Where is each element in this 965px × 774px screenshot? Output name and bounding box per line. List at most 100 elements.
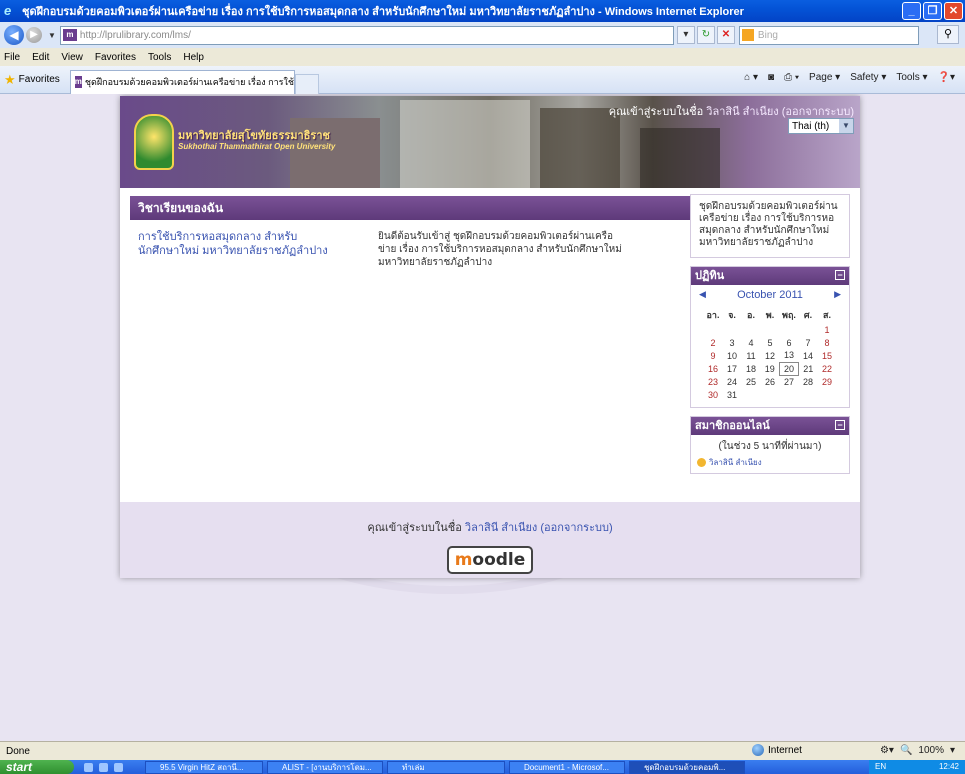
calendar-title-text: ปฏิทิน: [695, 270, 725, 282]
minimize-button[interactable]: _: [902, 2, 921, 20]
calendar-day[interactable]: 24: [723, 375, 742, 388]
calendar-day[interactable]: 9: [704, 349, 723, 362]
favorites-star-icon[interactable]: ★: [4, 72, 16, 88]
taskbar-button-alist[interactable]: ALIST - [งานบริการโดม...: [267, 760, 383, 774]
calendar-day[interactable]: 10: [723, 349, 742, 362]
calendar-day[interactable]: 6: [780, 336, 799, 349]
calendar-day[interactable]: 19: [761, 362, 780, 375]
search-button[interactable]: ⚲: [937, 25, 959, 44]
history-dropdown-icon[interactable]: ▼: [48, 31, 56, 40]
calendar-day[interactable]: 28: [799, 375, 818, 388]
calendar-day[interactable]: 25: [742, 375, 761, 388]
back-button[interactable]: ◀: [4, 25, 24, 45]
calendar-day[interactable]: 31: [723, 388, 742, 401]
calendar-day[interactable]: 22: [818, 362, 837, 375]
prev-month-icon[interactable]: ◀: [699, 289, 706, 301]
calendar-day[interactable]: 14: [799, 349, 818, 362]
calendar-day[interactable]: 7: [799, 336, 818, 349]
calendar-day[interactable]: 2: [704, 336, 723, 349]
tools-menu[interactable]: Tools ▾: [896, 72, 927, 83]
next-month-icon[interactable]: ▶: [834, 289, 841, 301]
calendar-day[interactable]: 3: [723, 336, 742, 349]
calendar-day[interactable]: 29: [818, 375, 837, 388]
calendar-day[interactable]: 27: [780, 375, 799, 388]
menu-favorites[interactable]: Favorites: [95, 52, 136, 63]
quick-launch-icon[interactable]: [99, 762, 108, 772]
calendar-day[interactable]: 15: [818, 349, 837, 362]
safety-menu[interactable]: Safety ▾: [850, 72, 886, 83]
print-icon[interactable]: ⎙ ▾: [784, 72, 799, 83]
search-input[interactable]: Bing: [738, 25, 919, 45]
forward-button[interactable]: ▶: [26, 27, 42, 43]
footer-logout-link[interactable]: (ออกจากระบบ): [540, 522, 612, 534]
user-profile-link[interactable]: วิลาสินี สำเนียง: [706, 106, 778, 118]
quick-launch-icon[interactable]: [84, 762, 93, 772]
menu-edit[interactable]: Edit: [32, 52, 49, 63]
home-icon[interactable]: ⌂ ▾: [744, 72, 758, 83]
logout-link[interactable]: (ออกจากระบบ): [782, 106, 854, 118]
main-content: วิชาเรียนของฉัน การใช้บริการหอสมุดกลาง ส…: [130, 196, 690, 279]
taskbar-button-radio[interactable]: 95.5 Virgin HitZ สถานี...: [145, 760, 263, 774]
moodle-logo[interactable]: moodle: [446, 546, 534, 574]
maximize-button[interactable]: ❐: [923, 2, 942, 20]
feeds-icon[interactable]: ◙: [768, 72, 774, 83]
course-link[interactable]: การใช้บริการหอสมุดกลาง สำหรับนักศึกษาใหม…: [138, 230, 328, 269]
online-user-item[interactable]: วิลาสินี สำเนียง: [697, 456, 843, 469]
calendar-day[interactable]: 5: [761, 336, 780, 349]
taskbar-button-word[interactable]: Document1 - Microsof...: [509, 760, 625, 774]
refresh-button[interactable]: ↻: [696, 26, 715, 44]
menu-help[interactable]: Help: [183, 52, 204, 63]
calendar-day[interactable]: 8: [818, 336, 837, 349]
browser-tab[interactable]: m ชุดฝึกอบรมด้วยคอมพิวเตอร์ผ่านเครือข่าย…: [69, 69, 295, 94]
address-input[interactable]: m http://lprulibrary.com/lms/: [59, 25, 674, 45]
calendar-day[interactable]: 16: [704, 362, 723, 375]
tray-language[interactable]: EN: [875, 760, 886, 774]
menu-view[interactable]: View: [61, 52, 83, 63]
moodle-logo-m: m: [454, 550, 473, 570]
calendar-day: [704, 323, 723, 336]
collapse-icon[interactable]: −: [835, 270, 845, 280]
close-button[interactable]: ✕: [944, 2, 963, 20]
zoom-control[interactable]: ⚙▾ 🔍 100% ▾: [880, 745, 955, 756]
security-zone[interactable]: Internet: [752, 744, 802, 756]
calendar-day[interactable]: 23: [704, 375, 723, 388]
status-text: Done: [6, 745, 30, 757]
language-select[interactable]: Thai (th) ▼: [788, 118, 854, 134]
calendar-day[interactable]: 21: [799, 362, 818, 375]
address-toolbar: ◀ ▶ ▼ m http://lprulibrary.com/lms/ ▾ ↻ …: [0, 22, 965, 48]
content-viewport[interactable]: มหาวิทยาลัยสุโขทัยธรรมาธิราช Sukhothai T…: [0, 94, 965, 741]
calendar-day: [761, 388, 780, 401]
calendar-day[interactable]: 18: [742, 362, 761, 375]
footer-user-link[interactable]: วิลาสินี สำเนียง: [465, 522, 537, 534]
calendar-weekday: พฤ.: [782, 310, 796, 320]
window-title-bar[interactable]: e ชุดฝึกอบรมด้วยคอมพิวเตอร์ผ่านเครือข่าย…: [0, 0, 965, 22]
quick-launch-icon[interactable]: [114, 762, 123, 772]
help-icon[interactable]: ❓▾: [938, 72, 955, 83]
menu-tools[interactable]: Tools: [148, 52, 171, 63]
calendar-day: [780, 323, 799, 336]
calendar-day[interactable]: 4: [742, 336, 761, 349]
calendar-day[interactable]: 13: [780, 349, 799, 362]
new-tab-button[interactable]: [294, 73, 319, 94]
menu-file[interactable]: File: [4, 52, 20, 63]
calendar-day[interactable]: 11: [742, 349, 761, 362]
calendar-day[interactable]: 1: [818, 323, 837, 336]
online-user-name[interactable]: วิลาสินี สำเนียง: [709, 456, 762, 469]
page-menu[interactable]: Page ▾: [809, 72, 840, 83]
calendar-day[interactable]: 26: [761, 375, 780, 388]
stop-button[interactable]: ✕: [716, 26, 735, 44]
calendar-day[interactable]: 30: [704, 388, 723, 401]
calendar-month[interactable]: October 2011: [737, 289, 803, 301]
calendar-day[interactable]: 17: [723, 362, 742, 375]
calendar-day: [742, 388, 761, 401]
collapse-icon[interactable]: −: [835, 420, 845, 430]
calendar-day[interactable]: 20: [779, 361, 799, 376]
calendar-nav: ◀ October 2011 ▶: [691, 285, 849, 305]
start-button[interactable]: start: [0, 760, 74, 774]
calendar-day[interactable]: 12: [761, 349, 780, 362]
address-dropdown-icon[interactable]: ▾: [676, 26, 695, 44]
taskbar-button-folder[interactable]: ทำเล่ม: [387, 760, 505, 774]
zoom-dropdown-icon[interactable]: ▾: [950, 745, 955, 756]
favorites-button[interactable]: Favorites: [19, 74, 60, 85]
taskbar-button-ie[interactable]: ชุดฝึกอบรมด้วยคอมพิ...: [629, 760, 745, 774]
